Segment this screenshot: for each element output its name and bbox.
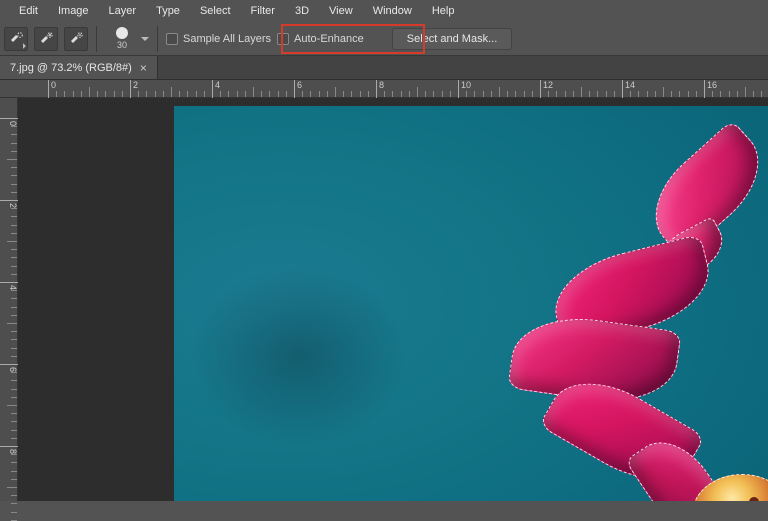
ruler-tick: 4 (0, 282, 18, 290)
chevron-down-icon (141, 37, 149, 41)
menu-image[interactable]: Image (49, 2, 98, 20)
add-to-selection-button[interactable] (34, 27, 58, 51)
ruler-tick: 2 (130, 80, 138, 98)
ruler-tick: 16 (704, 80, 717, 98)
auto-enhance-checkbox[interactable]: Auto-Enhance (277, 33, 364, 45)
ruler-tick: 8 (0, 446, 18, 454)
menu-layer[interactable]: Layer (100, 2, 146, 20)
add-to-selection-icon (38, 31, 54, 47)
tool-quick-selection-button[interactable] (4, 27, 28, 51)
checkbox-icon (277, 33, 289, 45)
image-canvas[interactable] (174, 106, 768, 501)
menu-select[interactable]: Select (191, 2, 240, 20)
menu-filter[interactable]: Filter (242, 2, 284, 20)
horizontal-ruler[interactable]: 0 2 4 6 8 10 12 14 16 (0, 80, 768, 98)
brush-dot-icon (116, 27, 128, 39)
subtract-from-selection-icon (68, 31, 84, 47)
sample-all-layers-label: Sample All Layers (183, 33, 271, 45)
ruler-tick: 12 (540, 80, 553, 98)
menu-view[interactable]: View (320, 2, 362, 20)
close-tab-icon[interactable]: × (140, 61, 147, 75)
menu-type[interactable]: Type (147, 2, 189, 20)
ruler-tick: 10 (458, 80, 471, 98)
vertical-ruler[interactable]: 0 2 4 6 8 (0, 98, 18, 501)
options-bar: 30 Sample All Layers Auto-Enhance Select… (0, 22, 768, 56)
brush-size-label: 30 (117, 40, 127, 50)
ruler-tick: 8 (376, 80, 384, 98)
menu-help[interactable]: Help (423, 2, 464, 20)
canvas-area (18, 98, 768, 501)
ruler-tick: 6 (0, 364, 18, 372)
brush-picker[interactable]: 30 (105, 24, 149, 54)
ruler-tick: 2 (0, 200, 18, 208)
document-tab[interactable]: 7.jpg @ 73.2% (RGB/8#) × (0, 56, 158, 79)
menu-edit[interactable]: Edit (10, 2, 47, 20)
separator (157, 26, 158, 52)
ruler-tick: 0 (48, 80, 56, 98)
sample-all-layers-checkbox[interactable]: Sample All Layers (166, 33, 271, 45)
document-tab-bar: 7.jpg @ 73.2% (RGB/8#) × (0, 56, 768, 80)
menu-3d[interactable]: 3D (286, 2, 318, 20)
quick-selection-icon (8, 31, 24, 47)
auto-enhance-label: Auto-Enhance (294, 33, 364, 45)
menu-bar: Edit Image Layer Type Select Filter 3D V… (0, 0, 768, 22)
ruler-tick: 4 (212, 80, 220, 98)
background-smudge (189, 266, 409, 446)
separator (96, 26, 97, 52)
document-tab-title: 7.jpg @ 73.2% (RGB/8#) (10, 62, 132, 74)
subtract-from-selection-button[interactable] (64, 27, 88, 51)
select-and-mask-button[interactable]: Select and Mask... (392, 28, 513, 50)
menu-window[interactable]: Window (364, 2, 421, 20)
brush-preview: 30 (105, 24, 139, 54)
ruler-tick: 0 (0, 118, 18, 126)
ruler-tick: 14 (622, 80, 635, 98)
flower-subject (502, 144, 768, 501)
checkbox-icon (166, 33, 178, 45)
ruler-tick: 6 (294, 80, 302, 98)
